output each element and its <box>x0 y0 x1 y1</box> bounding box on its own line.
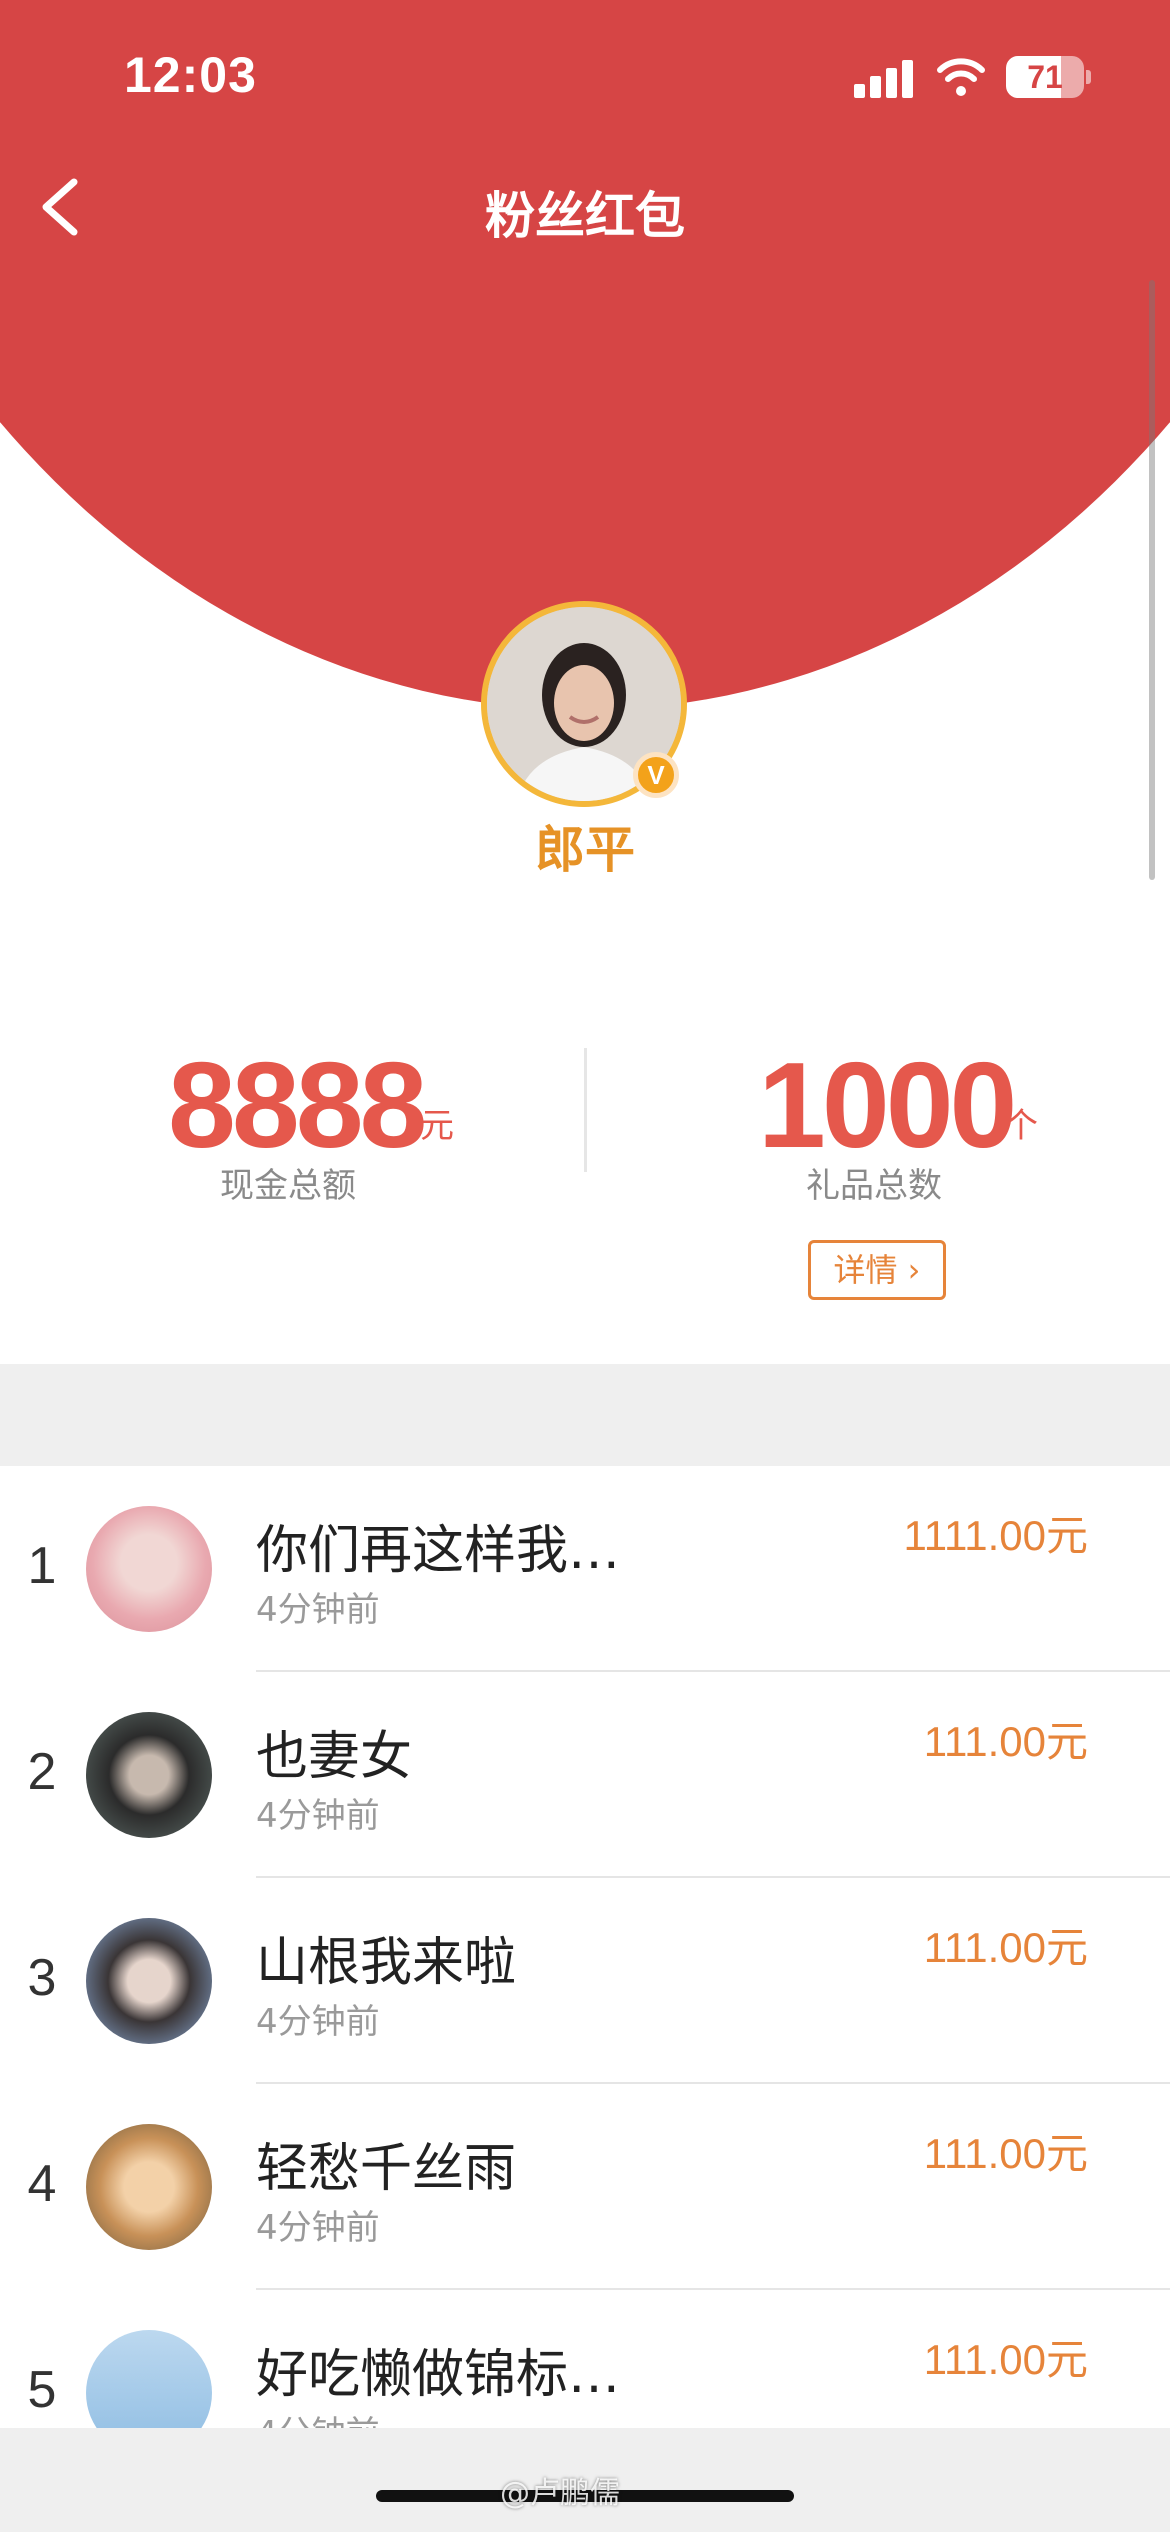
time-ago: 4分钟前 <box>256 2208 380 2248</box>
list-item[interactable]: 3 山根我来啦 4分钟前 111.00元 <box>0 1878 1170 2084</box>
user-avatar[interactable] <box>86 1712 212 1838</box>
gift-total-label: 礼品总数 <box>806 1166 942 1206</box>
scroll-indicator[interactable] <box>1149 280 1155 880</box>
cash-total-value: 8888 <box>168 1037 427 1173</box>
gift-total-value: 1000 <box>758 1037 1017 1173</box>
cellular-signal-icon <box>854 58 914 98</box>
rank-number: 1 <box>27 1537 57 1595</box>
screen: 12:03 71 粉丝红包 V 郎平 8888 元 现金总额 1000 个 礼品… <box>0 0 1170 2532</box>
user-avatar[interactable] <box>86 1506 212 1632</box>
battery-nub <box>1086 70 1091 84</box>
status-bar: 12:03 71 <box>0 0 1170 150</box>
page-title: 粉丝红包 <box>485 187 685 245</box>
cash-total-label: 现金总额 <box>220 1166 356 1206</box>
user-avatar[interactable] <box>86 1918 212 2044</box>
time-ago: 4分钟前 <box>256 1590 380 1630</box>
watermark: @卢鹏儒 <box>500 2476 620 2511</box>
gift-total-unit: 个 <box>1004 1106 1038 1146</box>
cash-total-unit: 元 <box>420 1106 454 1146</box>
detail-button[interactable]: 详情 › <box>808 1240 946 1300</box>
stats-divider <box>584 1048 587 1172</box>
amount: 111.00元 <box>923 2130 1088 2177</box>
rank-number: 3 <box>27 1949 57 2007</box>
status-time: 12:03 <box>124 47 257 103</box>
user-avatar[interactable] <box>86 2124 212 2250</box>
rank-number: 2 <box>27 1743 57 1801</box>
rank-number: 5 <box>27 2361 57 2419</box>
user-name: 好吃懒做锦标… <box>256 2345 621 2405</box>
list-item[interactable]: 4 轻愁千丝雨 4分钟前 111.00元 <box>0 2084 1170 2290</box>
battery-level: 71 <box>1027 59 1063 95</box>
user-name: 也妻女 <box>256 1727 413 1787</box>
amount: 1111.00元 <box>903 1512 1088 1559</box>
amount: 111.00元 <box>923 1718 1088 1765</box>
rank-number: 4 <box>27 2155 57 2213</box>
user-name: 轻愁千丝雨 <box>256 2139 517 2199</box>
user-name: 你们再这样我… <box>256 1521 621 1581</box>
user-name: 山根我来啦 <box>256 1933 517 1993</box>
battery-icon: 71 <box>1006 56 1084 98</box>
time-ago: 4分钟前 <box>256 1796 380 1836</box>
wifi-icon <box>937 58 985 96</box>
time-ago: 4分钟前 <box>256 2002 380 2042</box>
list-item[interactable]: 1 你们再这样我… 4分钟前 1111.00元 <box>0 1466 1170 1672</box>
amount: 111.00元 <box>923 1924 1088 1971</box>
verified-badge-icon: V <box>633 752 679 798</box>
amount: 111.00元 <box>923 2336 1088 2383</box>
list-item[interactable]: 2 也妻女 4分钟前 111.00元 <box>0 1672 1170 1878</box>
section-separator <box>0 1364 1170 1466</box>
owner-name[interactable]: 郎平 <box>0 810 1170 882</box>
recipient-list: 1 你们再这样我… 4分钟前 1111.00元 2 也妻女 4分钟前 111.0… <box>0 1466 1170 2496</box>
